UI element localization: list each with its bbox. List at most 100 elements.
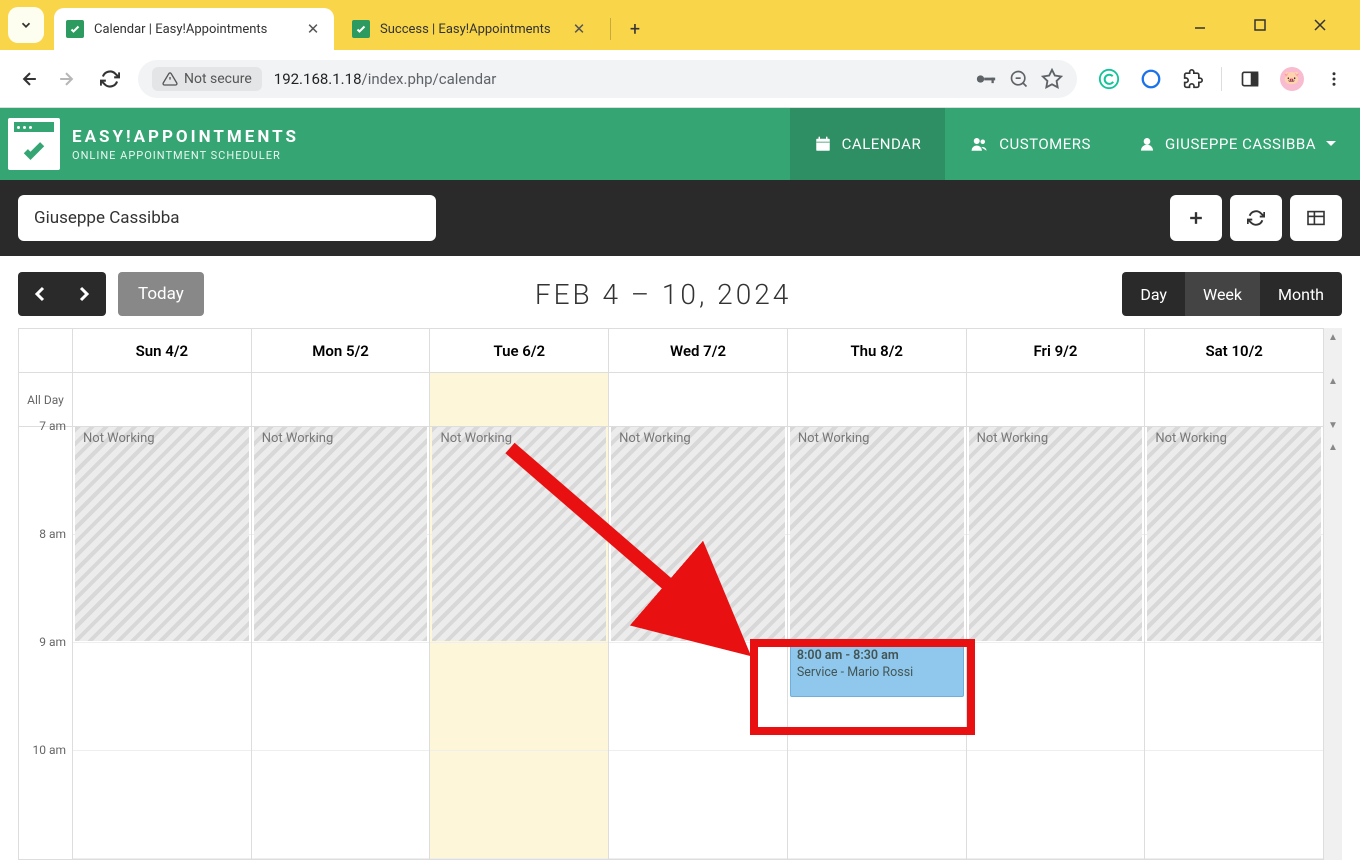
forward-button [48, 61, 84, 97]
app-subtitle: ONLINE APPOINTMENT SCHEDULER [72, 149, 299, 162]
allday-cell[interactable] [1145, 373, 1323, 426]
divider [1221, 67, 1222, 91]
favicon-icon [352, 20, 370, 38]
browser-tab-inactive[interactable]: Success | Easy!Appointments ✕ [340, 8, 600, 50]
zoom-icon[interactable] [1009, 69, 1029, 89]
tab-search-dropdown[interactable] [8, 7, 44, 43]
today-button[interactable]: Today [118, 272, 204, 316]
day-column[interactable]: Not Working [1145, 427, 1323, 859]
scroll-down-icon[interactable]: ▼ [1328, 416, 1338, 434]
time-label: 8 am [19, 527, 72, 635]
extensions-icon[interactable] [1179, 65, 1207, 93]
scrollbar[interactable]: ▲ ▲ ▼ ▲ [1324, 328, 1342, 860]
scroll-up-icon[interactable]: ▲ [1328, 328, 1338, 346]
refresh-button[interactable] [1230, 195, 1282, 241]
profile-icon[interactable]: 🐷 [1278, 65, 1306, 93]
side-panel-icon[interactable] [1236, 65, 1264, 93]
security-badge[interactable]: Not secure [152, 67, 262, 91]
day-column[interactable]: Not Working [430, 427, 609, 859]
close-icon[interactable]: ✕ [304, 20, 322, 38]
back-button[interactable] [12, 61, 48, 97]
close-icon[interactable]: ✕ [570, 20, 588, 38]
divider [610, 18, 611, 40]
plus-icon [1189, 211, 1203, 225]
nav-user-menu[interactable]: GIUSEPPE CASSIBBA [1115, 108, 1360, 180]
calendar-grid: Sun 4/2 Mon 5/2 Tue 6/2 Wed 7/2 Thu 8/2 … [18, 328, 1324, 860]
new-tab-button[interactable]: + [619, 13, 651, 45]
password-icon[interactable] [975, 70, 997, 88]
maximize-button[interactable] [1240, 10, 1280, 40]
add-appointment-button[interactable] [1170, 195, 1222, 241]
day-header: Mon 5/2 [252, 329, 431, 372]
appointment-label: Service - Mario Rossi [797, 665, 957, 680]
calendar-title: FEB 4 – 10, 2024 [204, 278, 1123, 311]
prev-button[interactable] [18, 272, 62, 316]
view-week-button[interactable]: Week [1185, 272, 1260, 316]
url-host: 192.168.1.18 [274, 70, 362, 88]
day-header: Tue 6/2 [430, 329, 609, 372]
view-day-button[interactable]: Day [1122, 272, 1185, 316]
time-label: 9 am [19, 635, 72, 743]
nav-customers[interactable]: CUSTOMERS [945, 108, 1115, 180]
browser-tab-active[interactable]: Calendar | Easy!Appointments ✕ [54, 8, 334, 50]
app-logo[interactable] [8, 118, 60, 170]
allday-cell[interactable] [788, 373, 967, 426]
day-header: Sun 4/2 [73, 329, 252, 372]
tab-title: Calendar | Easy!Appointments [94, 22, 304, 37]
not-working-block: Not Working [75, 427, 249, 641]
time-label: 10 am [19, 743, 72, 851]
reload-button[interactable] [92, 61, 128, 97]
allday-cell[interactable] [252, 373, 431, 426]
appointment-event[interactable]: 8:00 am - 8:30 amService - Mario Rossi [790, 643, 964, 697]
nav-label: GIUSEPPE CASSIBBA [1165, 135, 1316, 153]
day-column[interactable]: Not Working [609, 427, 788, 859]
not-working-block: Not Working [790, 427, 964, 641]
day-header: Sat 10/2 [1145, 329, 1323, 372]
minimize-button[interactable] [1180, 10, 1220, 40]
not-working-block: Not Working [1147, 427, 1321, 641]
day-column[interactable]: Not Working [252, 427, 431, 859]
not-secure-label: Not secure [184, 71, 252, 87]
next-button[interactable] [62, 272, 106, 316]
app-title: EASY!APPOINTMENTS [72, 127, 299, 147]
nav-label: CALENDAR [842, 135, 922, 153]
allday-cell[interactable] [73, 373, 252, 426]
provider-select[interactable]: Giuseppe Cassibba [18, 195, 436, 241]
day-header: Wed 7/2 [609, 329, 788, 372]
allday-cell[interactable] [967, 373, 1146, 426]
day-column[interactable]: Not Working [73, 427, 252, 859]
warning-icon [162, 71, 178, 87]
provider-name: Giuseppe Cassibba [34, 208, 180, 228]
scroll-up-icon[interactable]: ▲ [1328, 372, 1338, 390]
favicon-icon [66, 20, 84, 38]
allday-cell-today[interactable] [430, 373, 609, 426]
menu-icon[interactable] [1320, 65, 1348, 93]
url-input[interactable]: Not secure 192.168.1.18/index.php/calend… [138, 60, 1077, 98]
browser-tab-strip: Calendar | Easy!Appointments ✕ Success |… [0, 0, 1360, 50]
caret-down-icon [1326, 139, 1336, 149]
day-column[interactable]: Not Working [967, 427, 1146, 859]
url-path: /index.php/calendar [362, 70, 497, 88]
not-working-block: Not Working [432, 427, 606, 641]
users-icon [969, 135, 989, 153]
calendar-controls: Today FEB 4 – 10, 2024 Day Week Month [0, 256, 1360, 328]
table-view-button[interactable] [1290, 195, 1342, 241]
extension-grammarly-icon[interactable] [1095, 65, 1123, 93]
day-header: Thu 8/2 [788, 329, 967, 372]
close-window-button[interactable] [1300, 10, 1340, 40]
address-bar: Not secure 192.168.1.18/index.php/calend… [0, 50, 1360, 108]
table-icon [1306, 210, 1326, 226]
day-column[interactable]: Not Working8:00 am - 8:30 amService - Ma… [788, 427, 967, 859]
scroll-up-icon[interactable]: ▲ [1328, 438, 1338, 456]
allday-cell[interactable] [609, 373, 788, 426]
view-month-button[interactable]: Month [1260, 272, 1342, 316]
refresh-icon [1247, 209, 1265, 227]
calendar-icon [814, 135, 832, 153]
bookmark-icon[interactable] [1041, 68, 1063, 90]
not-working-block: Not Working [611, 427, 785, 641]
user-icon [1139, 136, 1155, 152]
extension-icon[interactable] [1137, 65, 1165, 93]
nav-calendar[interactable]: CALENDAR [790, 108, 946, 180]
chevron-down-icon [19, 18, 33, 32]
not-working-block: Not Working [254, 427, 428, 641]
